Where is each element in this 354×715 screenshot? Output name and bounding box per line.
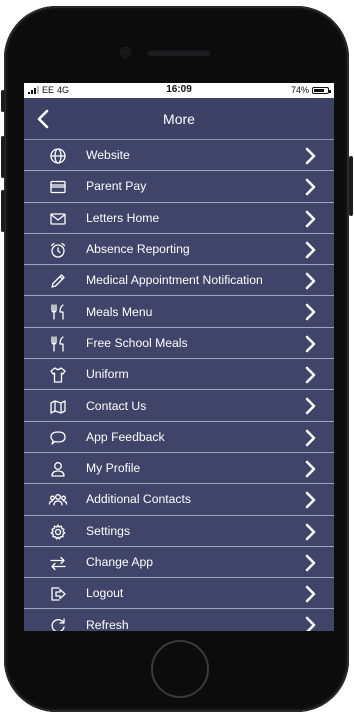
chevron-right-icon	[304, 491, 316, 509]
fork-knife-icon	[48, 334, 68, 354]
chevron-right-icon	[304, 335, 316, 353]
menu-item-parent-pay[interactable]: Parent Pay	[24, 171, 334, 203]
chevron-right-icon	[304, 554, 316, 572]
chevron-right-icon	[304, 460, 316, 478]
chevron-right-icon	[304, 523, 316, 541]
menu-item-meals-menu[interactable]: Meals Menu	[24, 296, 334, 328]
map-icon	[48, 396, 68, 416]
volume-up-button	[1, 136, 5, 178]
menu-item-additional-contacts[interactable]: Additional Contacts	[24, 484, 334, 516]
swap-arrows-icon	[48, 553, 68, 573]
battery-icon	[312, 86, 331, 94]
chevron-right-icon	[304, 241, 316, 259]
menu-item-label: Change App	[86, 555, 154, 569]
chevron-right-icon	[304, 303, 316, 321]
menu-item-settings[interactable]: Settings	[24, 516, 334, 547]
user-icon	[48, 459, 68, 479]
menu-item-label: App Feedback	[86, 429, 165, 444]
menu-item-absence-reporting[interactable]: Absence Reporting	[24, 234, 334, 266]
menu-item-label: Logout	[86, 586, 124, 601]
menu-item-label: Contact Us	[86, 398, 147, 413]
pencil-icon	[48, 271, 68, 291]
refresh-icon	[48, 615, 68, 631]
menu-item-app-feedback[interactable]: App Feedback	[24, 422, 334, 453]
menu-item-label: Parent Pay	[86, 179, 147, 194]
globe-icon	[48, 146, 68, 166]
menu-item-change-app[interactable]: Change App	[24, 547, 334, 579]
menu-item-label: Absence Reporting	[86, 242, 190, 257]
navigation-bar: More	[24, 98, 334, 140]
logout-icon	[48, 584, 68, 604]
home-button[interactable]	[151, 640, 209, 698]
page-title: More	[163, 111, 195, 127]
menu-item-label: Letters Home	[86, 210, 160, 225]
battery-percent: 74%	[290, 85, 309, 95]
menu-item-my-profile[interactable]: My Profile	[24, 453, 334, 485]
clock: 16:09	[166, 84, 192, 95]
menu-item-label: Free School Meals	[86, 335, 188, 350]
gear-icon	[48, 522, 68, 542]
chevron-right-icon	[304, 366, 316, 384]
status-bar: EE 4G 16:09 74%	[24, 83, 334, 98]
chevron-right-icon	[304, 616, 316, 631]
credit-card-icon	[48, 177, 68, 197]
fork-knife-icon	[48, 302, 68, 322]
menu-item-contact-us[interactable]: Contact Us	[24, 390, 334, 422]
group-icon	[48, 490, 68, 510]
menu-item-label: Refresh	[86, 617, 129, 631]
menu-item-logout[interactable]: Logout	[24, 578, 334, 610]
speech-bubble-icon	[48, 428, 68, 448]
menu-item-refresh[interactable]: Refresh	[24, 609, 334, 631]
menu-item-label: My Profile	[86, 461, 141, 476]
menu-item-medical-appointment-notification[interactable]: Medical Appointment Notification	[24, 265, 334, 297]
menu-item-label: Website	[86, 148, 130, 163]
chevron-right-icon	[304, 397, 316, 415]
earpiece-speaker	[147, 49, 211, 56]
chevron-right-icon	[304, 585, 316, 603]
menu-item-label: Settings	[86, 523, 131, 538]
chevron-right-icon	[304, 272, 316, 290]
menu-item-uniform[interactable]: Uniform	[24, 359, 334, 391]
menu-item-label: Additional Contacts	[86, 492, 192, 507]
menu-item-website[interactable]: Website	[24, 140, 334, 172]
power-button	[349, 156, 353, 216]
mute-switch	[1, 90, 5, 112]
volume-down-button	[1, 190, 5, 232]
menu-item-label: Medical Appointment Notification	[86, 273, 263, 288]
t-shirt-icon	[48, 365, 68, 385]
menu-item-label: Meals Menu	[86, 304, 153, 319]
alarm-clock-icon	[48, 240, 68, 260]
chevron-right-icon	[304, 210, 316, 228]
chevron-right-icon	[304, 429, 316, 447]
menu-item-free-school-meals[interactable]: Free School Meals	[24, 328, 334, 360]
menu-item-label: Uniform	[86, 367, 129, 382]
menu-item-letters-home[interactable]: Letters Home	[24, 203, 334, 234]
chevron-right-icon	[304, 147, 316, 165]
more-menu-list: Website Parent Pay Letters Home Absence Rep…	[24, 140, 334, 631]
chevron-right-icon	[304, 178, 316, 196]
app-screen: EE 4G 16:09 74% More Website Parent Pay Le…	[24, 83, 334, 631]
envelope-icon	[48, 209, 68, 229]
front-camera	[121, 48, 130, 57]
